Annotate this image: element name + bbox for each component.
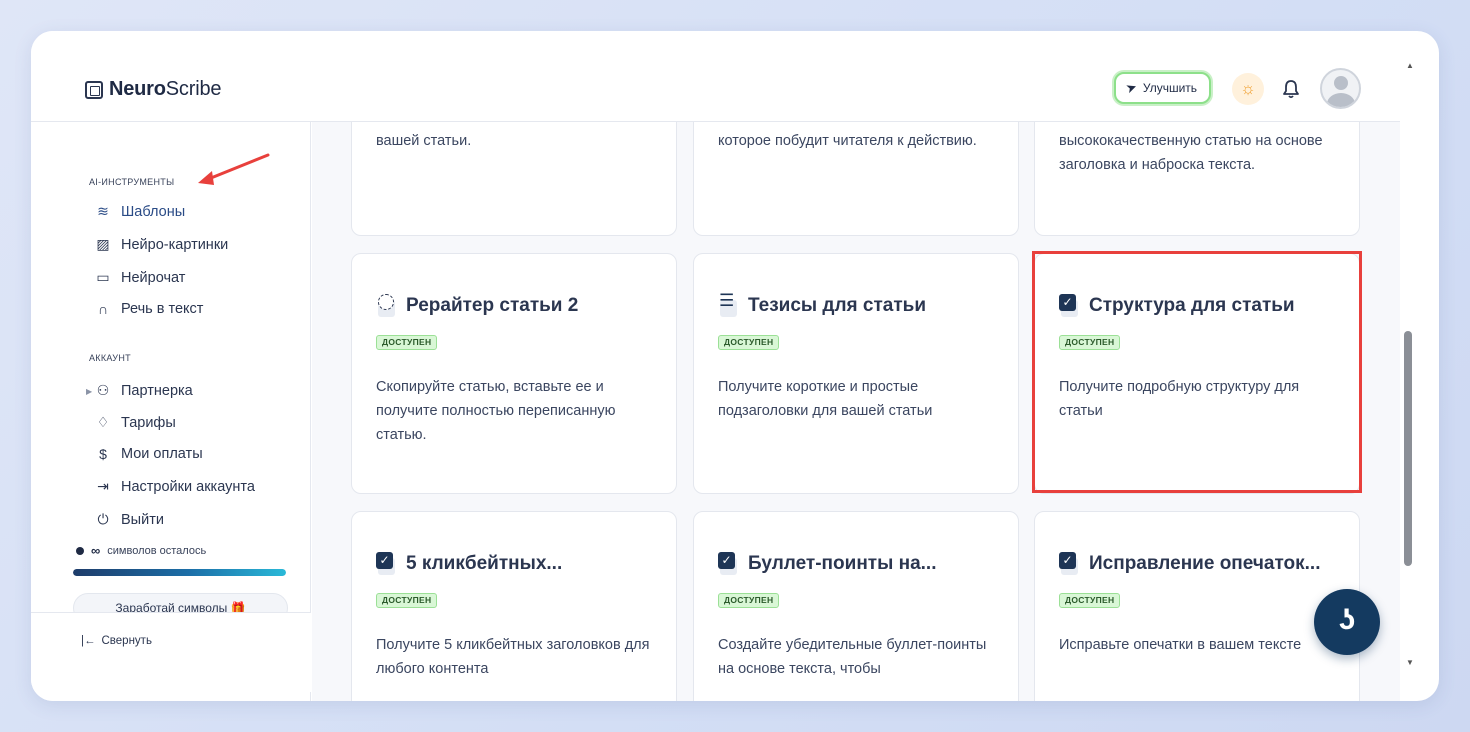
tag-icon: ♢ <box>96 414 110 430</box>
card-title-text: Буллет-поинты на... <box>748 553 937 574</box>
status-badge: ДОСТУПЕН <box>376 335 438 350</box>
status-badge: ДОСТУПЕН <box>718 593 780 608</box>
chat-icon: ▭ <box>96 269 110 285</box>
chevron-right-icon[interactable]: ▶ <box>86 387 92 396</box>
template-card-typos[interactable]: Исправление опечаток... ДОСТУПЕН Исправь… <box>1034 511 1360 701</box>
collapse-label: Свернуть <box>101 635 152 647</box>
card-title: Буллет-поинты на... <box>718 552 937 576</box>
template-card[interactable]: высококачественную статью на основе заго… <box>1034 122 1360 236</box>
sidebar-item-label: Партнерка <box>121 382 193 399</box>
status-badge: ДОСТУПЕН <box>1059 593 1121 608</box>
chat-bot-icon: ʖ <box>1338 603 1356 636</box>
user-avatar[interactable] <box>1320 68 1361 109</box>
sidebar-item-speech-to-text[interactable]: ∩ Речь в текст <box>95 301 203 317</box>
logo[interactable]: NeuroScribe <box>85 78 221 101</box>
credits-progress-fill <box>73 569 286 576</box>
card-title: 5 кликбейтных... <box>376 552 562 576</box>
section-title-tools: AI-ИНСТРУМЕНТЫ <box>89 177 175 187</box>
template-card-theses[interactable]: Тезисы для статьи ДОСТУПЕН Получите коро… <box>693 253 1019 494</box>
card-description: Скопируйте статью, вставьте ее и получит… <box>376 379 616 443</box>
template-card-bullets[interactable]: Буллет-поинты на... ДОСТУПЕН Создайте уб… <box>693 511 1019 701</box>
theme-toggle-button[interactable]: ☼ <box>1232 73 1264 105</box>
card-title: Рерайтер статьи 2 <box>376 294 578 318</box>
sidebar-item-label: Речь в текст <box>121 301 204 317</box>
support-chat-button[interactable]: ʖ <box>1314 589 1380 655</box>
annotation-arrow-icon <box>198 153 270 185</box>
checkbox-icon <box>1059 552 1081 576</box>
sidebar: AI-ИНСТРУМЕНТЫ ≋ Шаблоны ▨ Нейро-картинк… <box>31 122 311 701</box>
upgrade-label: Улучшить <box>1142 81 1198 95</box>
logo-bold: Neuro <box>109 78 166 100</box>
credits-status: ∞ символов осталось <box>76 543 206 558</box>
sidebar-item-neuro-images[interactable]: ▨ Нейро-картинки <box>95 236 228 253</box>
card-description: Создайте убедительные буллет-поинты на о… <box>718 637 987 677</box>
credits-text: символов осталось <box>107 544 207 557</box>
sidebar-item-templates[interactable]: ≋ Шаблоны <box>95 203 185 220</box>
layers-icon: ≋ <box>97 203 109 219</box>
template-card[interactable]: вашей статьи. <box>351 122 677 236</box>
collapse-sidebar-button[interactable]: |← Свернуть <box>81 635 152 647</box>
collapse-icon: |← <box>81 635 96 647</box>
login-icon: ⇥ <box>97 478 109 494</box>
logo-rest: Scribe <box>165 78 222 100</box>
status-badge: ДОСТУПЕН <box>718 335 780 350</box>
template-card-clickbait[interactable]: 5 кликбейтных... ДОСТУПЕН Получите 5 кли… <box>351 511 677 701</box>
sidebar-item-tariffs[interactable]: ♢ Тарифы <box>95 414 176 431</box>
top-header: NeuroScribe ➤ Улучшить ☼ <box>31 31 1400 122</box>
dollar-icon: $ <box>99 446 107 462</box>
main-scrollbar[interactable]: ▲ ▼ <box>1400 61 1420 671</box>
sidebar-item-label: Мои оплаты <box>121 446 203 462</box>
checkbox-icon <box>718 552 740 576</box>
sidebar-item-logout[interactable]: ⏻ Выйти <box>95 511 164 528</box>
credits-progress-bar <box>73 569 286 576</box>
status-badge: ДОСТУПЕН <box>376 593 438 608</box>
checkbox-icon <box>376 552 398 576</box>
card-description: которое побудит читателя к действию. <box>718 133 977 149</box>
bell-icon <box>1283 80 1299 99</box>
credits-symbol: ∞ <box>91 543 101 558</box>
sun-icon: ☼ <box>1240 79 1256 98</box>
card-description: Исправьте опечатки в вашем тексте <box>1059 637 1302 653</box>
sidebar-item-label: Выйти <box>121 511 164 528</box>
highlight-box <box>1032 251 1362 493</box>
card-title: Тезисы для статьи <box>718 291 927 318</box>
card-description: Получите короткие и простые подзаголовки… <box>718 379 933 419</box>
sidebar-item-label: Шаблоны <box>121 203 186 220</box>
sidebar-item-neurochat[interactable]: ▭ Нейрочат <box>95 269 185 286</box>
spinner-icon <box>376 294 398 318</box>
template-card[interactable]: которое побудит читателя к действию. <box>693 122 1019 236</box>
sidebar-item-label: Нейро-картинки <box>121 236 229 253</box>
card-description: Получите 5 кликбейтных заголовков для лю… <box>376 637 650 677</box>
logo-icon <box>85 80 103 99</box>
card-title: Исправление опечаток... <box>1059 552 1320 576</box>
sidebar-item-payments[interactable]: $ Мои оплаты <box>95 446 203 462</box>
headphones-icon: ∩ <box>97 301 109 317</box>
section-title-account: АККАУНТ <box>89 353 131 363</box>
numbered-list-icon <box>718 291 740 318</box>
image-icon: ▨ <box>96 236 110 252</box>
sidebar-item-label: Нейрочат <box>121 269 186 286</box>
card-description: высококачественную статью на основе заго… <box>1059 133 1323 173</box>
card-title-text: Тезисы для статьи <box>748 295 927 316</box>
notifications-button[interactable] <box>1279 75 1303 103</box>
power-icon: ⏻ <box>97 511 109 527</box>
template-card-rewriter[interactable]: Рерайтер статьи 2 ДОСТУПЕН Скопируйте ст… <box>351 253 677 494</box>
scrollbar-thumb[interactable] <box>1404 331 1412 566</box>
card-title-text: 5 кликбейтных... <box>406 553 563 574</box>
sidebar-item-label: Настройки аккаунта <box>121 478 255 495</box>
upgrade-button[interactable]: ➤ Улучшить <box>1114 72 1212 104</box>
users-icon: ⚇ <box>96 382 110 398</box>
sidebar-item-partners[interactable]: ⚇ Партнерка <box>95 382 193 399</box>
scroll-up-icon[interactable]: ▲ <box>1406 61 1414 70</box>
scroll-down-icon[interactable]: ▼ <box>1406 658 1414 667</box>
status-dot <box>76 546 84 555</box>
card-description: вашей статьи. <box>376 133 472 149</box>
card-title-text: Исправление опечаток... <box>1089 553 1321 574</box>
card-title-text: Рерайтер статьи 2 <box>406 295 579 316</box>
sidebar-footer: |← Свернуть <box>31 612 311 692</box>
sidebar-item-label: Тарифы <box>121 414 176 431</box>
sidebar-item-account-settings[interactable]: ⇥ Настройки аккаунта <box>95 478 255 495</box>
rocket-icon: ➤ <box>1123 78 1139 97</box>
app-window: NeuroScribe ➤ Улучшить ☼ AI-ИНСТРУМЕНТЫ … <box>31 31 1439 701</box>
